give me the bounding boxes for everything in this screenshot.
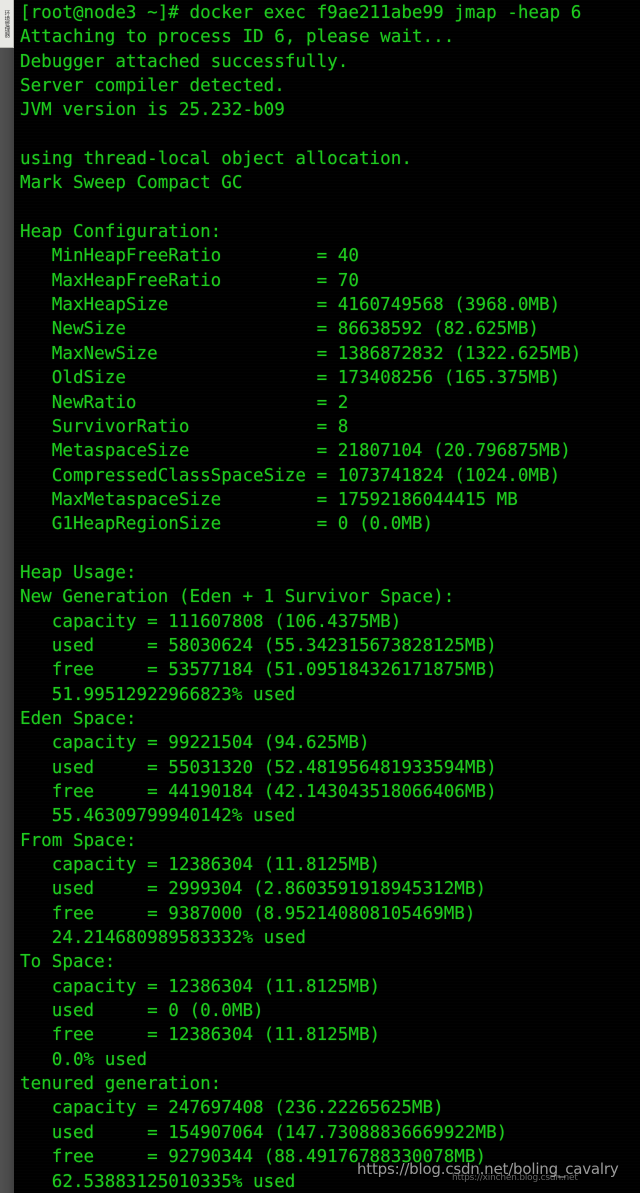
terminal-line: capacity = 12386304 (11.8125MB) — [20, 855, 381, 876]
terminal-line: Server compiler detected. — [20, 76, 285, 97]
terminal-line: Eden Space: — [20, 708, 137, 729]
terminal-line: Heap Configuration: — [20, 222, 222, 243]
terminal-line: 51.99512922966823% used — [20, 684, 296, 705]
terminal-line: used = 2999304 (2.8603591918945312MB) — [20, 879, 487, 900]
terminal-line: capacity = 247697408 (236.22265625MB) — [20, 1098, 444, 1119]
terminal-line: used = 154907064 (147.73088836669922MB) — [20, 1122, 508, 1143]
terminal-line: free = 53577184 (51.095184326171875MB) — [20, 660, 497, 681]
terminal-line: New Generation (Eden + 1 Survivor Space)… — [20, 587, 455, 608]
terminal-line: CompressedClassSpaceSize = 1073741824 (1… — [20, 465, 561, 486]
terminal-line: free = 9387000 (8.952140808105469MB) — [20, 903, 476, 924]
terminal-line: capacity = 99221504 (94.625MB) — [20, 733, 370, 754]
terminal-line: Attaching to process ID 6, please wait..… — [20, 27, 455, 48]
terminal-line: 0.0% used — [20, 1049, 148, 1070]
terminal-line: free = 44190184 (42.143043518066406MB) — [20, 782, 497, 802]
terminal-line: SurvivorRatio = 8 — [20, 416, 349, 437]
terminal-line: tenured generation: — [20, 1074, 222, 1095]
terminal-line: NewRatio = 2 — [20, 392, 349, 413]
terminal-line: 55.46309799940142% used — [20, 806, 296, 827]
csdn-watermark-secondary: https://xinchen.blog.csdn.net — [452, 1173, 578, 1183]
terminal-line: 24.214680989583332% used — [20, 928, 306, 949]
terminal-line: MaxHeapFreeRatio = 70 — [20, 270, 359, 291]
terminal-line: JVM version is 25.232-b09 — [20, 100, 285, 121]
terminal-line: NewSize = 86638592 (82.625MB) — [20, 319, 540, 340]
terminal-line: [root@node3 ~]# docker exec f9ae211abe99… — [20, 3, 582, 23]
terminal-line: MetaspaceSize = 21807104 (20.796875MB) — [20, 441, 571, 462]
terminal-line: From Space: — [20, 830, 137, 851]
terminal-line: To Space: — [20, 952, 116, 973]
terminal-line: capacity = 12386304 (11.8125MB) — [20, 976, 381, 997]
terminal-line: MaxHeapSize = 4160749568 (3968.0MB) — [20, 295, 561, 316]
terminal-line: used = 58030624 (55.342315673828125MB) — [20, 635, 497, 656]
sidebar-tab-session-manager[interactable]: 环境管理器 — [0, 0, 14, 48]
terminal-side-gutter: 环境管理器 — [0, 0, 14, 1193]
terminal-line: using thread-local object allocation. — [20, 149, 412, 170]
terminal-line: G1HeapRegionSize = 0 (0.0MB) — [20, 514, 434, 535]
terminal-window: 环境管理器 [root@node3 ~]# docker exec f9ae21… — [0, 0, 640, 1193]
terminal-line: free = 12386304 (11.8125MB) — [20, 1025, 381, 1046]
terminal-line: MaxNewSize = 1386872832 (1322.625MB) — [20, 343, 582, 364]
terminal-line: MaxMetaspaceSize = 17592186044415 MB — [20, 489, 518, 510]
terminal-line: Debugger attached successfully. — [20, 51, 349, 72]
terminal-line: Heap Usage: — [20, 562, 137, 583]
terminal-line: used = 55031320 (52.481956481933594MB) — [20, 757, 497, 778]
sidebar-tab-label: 环境管理器 — [3, 9, 10, 38]
terminal-output-area[interactable]: [root@node3 ~]# docker exec f9ae211abe99… — [14, 0, 640, 1193]
terminal-line: OldSize = 173408256 (165.375MB) — [20, 368, 561, 389]
terminal-text: [root@node3 ~]# docker exec f9ae211abe99… — [20, 1, 640, 1193]
terminal-line: capacity = 111607808 (106.4375MB) — [20, 611, 402, 632]
terminal-line: Mark Sweep Compact GC — [20, 173, 243, 194]
terminal-line: MinHeapFreeRatio = 40 — [20, 246, 359, 267]
terminal-line: used = 0 (0.0MB) — [20, 1001, 264, 1022]
